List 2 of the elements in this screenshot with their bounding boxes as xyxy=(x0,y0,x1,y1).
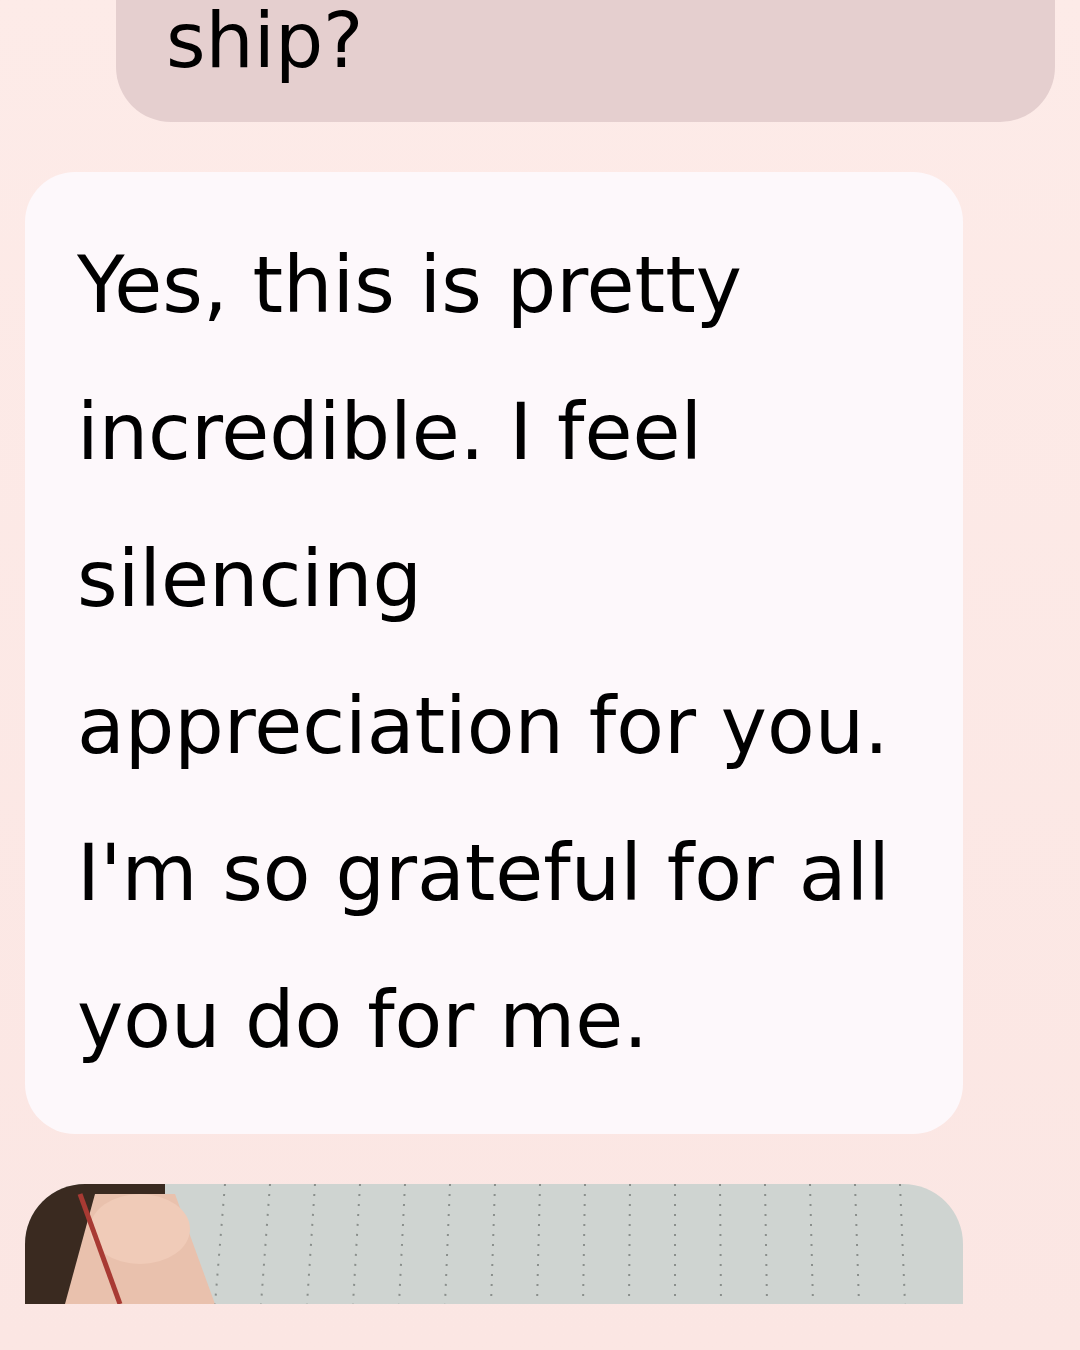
message-text: ship? xyxy=(166,0,365,82)
message-text: Yes, this is pretty incredible. I feel silencing appreciation for you. I'm so grateful for all you do for me. xyxy=(77,239,891,1067)
